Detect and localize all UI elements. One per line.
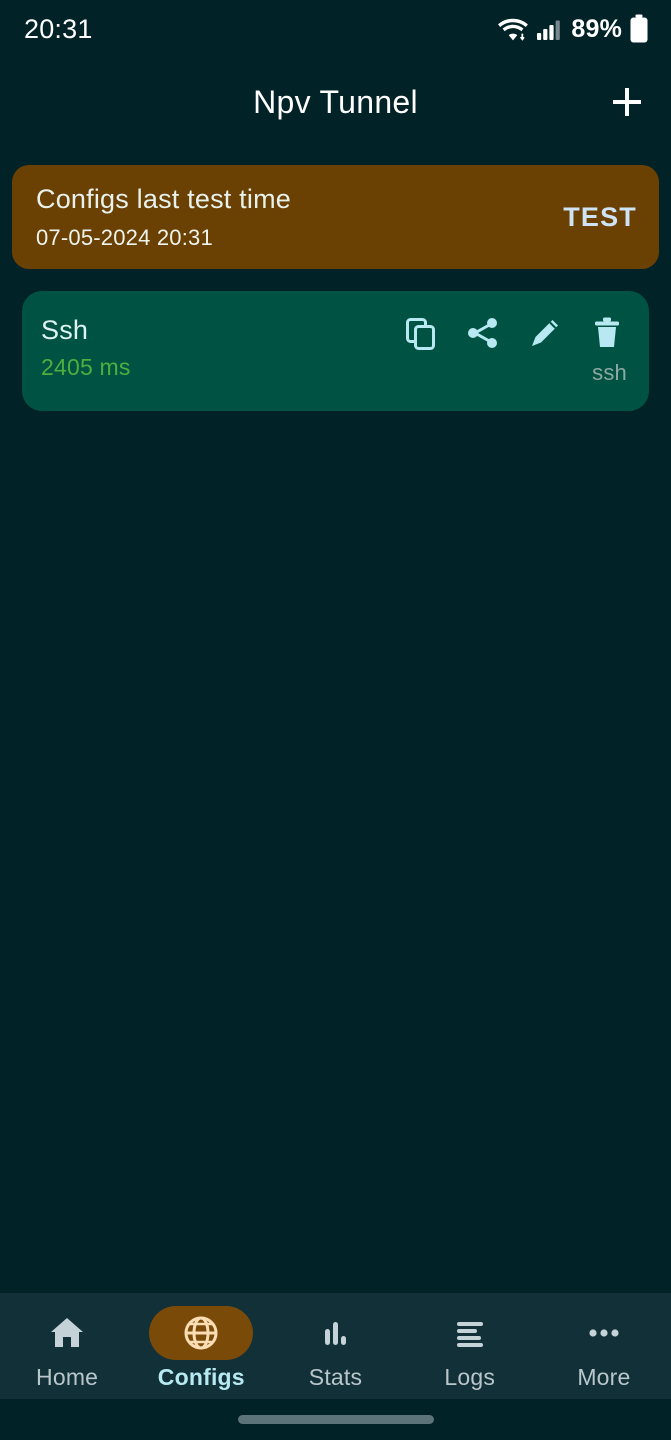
nav-item-stats[interactable]: Stats	[268, 1302, 402, 1391]
app-bar: Npv Tunnel	[0, 58, 671, 146]
nav-pill-logs	[418, 1306, 522, 1360]
config-name: Ssh	[41, 315, 89, 345]
battery-percent-label: 89%	[571, 14, 622, 43]
add-config-button[interactable]	[601, 76, 653, 128]
cellular-signal-icon	[536, 16, 562, 42]
nav-label-configs: Configs	[157, 1363, 245, 1390]
status-indicators: 89%	[497, 14, 649, 44]
nav-pill-more	[552, 1306, 656, 1360]
plus-icon	[610, 85, 644, 119]
edit-icon[interactable]	[525, 313, 565, 353]
config-info: Ssh 2405 ms	[41, 313, 401, 381]
list-lines-icon	[451, 1314, 489, 1352]
nav-label-home: Home	[36, 1363, 99, 1390]
nav-label-logs: Logs	[444, 1363, 496, 1390]
banner-title: Configs last test time	[36, 184, 291, 215]
share-icon[interactable]	[463, 313, 503, 353]
banner-timestamp: 07-05-2024 20:31	[36, 224, 213, 250]
test-button[interactable]: TEST	[549, 202, 637, 233]
page-title: Npv Tunnel	[253, 83, 418, 120]
bar-chart-icon	[317, 1314, 355, 1352]
delete-icon[interactable]	[587, 313, 627, 353]
app-screen: 20:31 89% Npv Tunnel Configs last test t…	[0, 0, 671, 1440]
nav-pill-configs	[149, 1305, 254, 1360]
more-dots-icon	[585, 1314, 623, 1352]
banner-text-group: Configs last test time 07-05-2024 20:31	[36, 183, 549, 250]
status-bar: 20:31 89%	[0, 0, 671, 58]
nav-item-more[interactable]: More	[537, 1302, 671, 1391]
config-protocol-label: ssh	[592, 360, 627, 385]
config-actions-column: ssh	[401, 313, 633, 386]
system-gesture-area	[0, 1399, 671, 1440]
nav-label-stats: Stats	[308, 1363, 363, 1390]
config-card[interactable]: Ssh 2405 ms ssh	[22, 291, 649, 411]
globe-icon	[182, 1314, 220, 1352]
nav-item-logs[interactable]: Logs	[403, 1302, 537, 1391]
nav-label-more: More	[577, 1363, 631, 1390]
bottom-navigation: Home Configs Stats Logs More	[0, 1293, 671, 1399]
home-icon	[48, 1314, 86, 1352]
gesture-handle[interactable]	[237, 1415, 434, 1424]
config-ping: 2405 ms	[41, 354, 131, 381]
battery-icon	[629, 14, 649, 44]
nav-pill-stats	[284, 1306, 388, 1360]
last-test-banner[interactable]: Configs last test time 07-05-2024 20:31 …	[12, 165, 659, 269]
nav-item-configs[interactable]: Configs	[134, 1302, 268, 1391]
wifi-icon	[497, 16, 529, 42]
nav-item-home[interactable]: Home	[0, 1302, 134, 1391]
nav-pill-home	[15, 1306, 119, 1360]
copy-icon[interactable]	[401, 313, 441, 353]
config-actions	[401, 313, 633, 353]
content-area: Configs last test time 07-05-2024 20:31 …	[0, 146, 671, 1293]
status-clock: 20:31	[24, 13, 93, 44]
